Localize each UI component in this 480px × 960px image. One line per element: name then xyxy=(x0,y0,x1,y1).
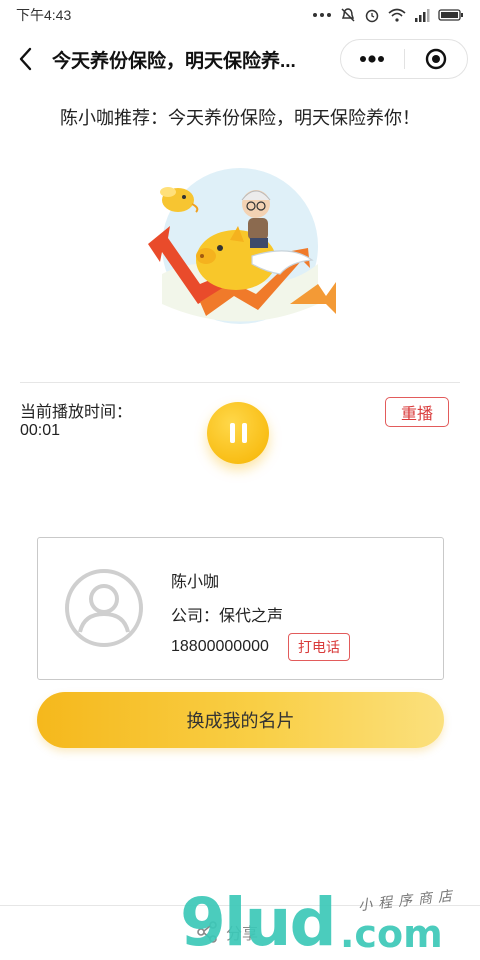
section-divider xyxy=(20,382,460,383)
pause-button[interactable] xyxy=(207,402,269,464)
business-card: 陈小咖 公司：保代之声 18800000000 打电话 xyxy=(37,537,444,680)
signal-icon xyxy=(415,9,430,22)
play-time-value: 00:01 xyxy=(20,422,61,439)
replay-button[interactable]: 重播 xyxy=(385,397,449,427)
status-icons xyxy=(312,7,464,23)
footer-divider xyxy=(0,905,480,906)
mini-program-capsule xyxy=(340,39,468,79)
share-icon xyxy=(197,921,217,943)
watermark-domain: .com xyxy=(340,912,443,956)
card-phone: 18800000000 xyxy=(171,638,269,655)
chevron-left-icon xyxy=(19,47,32,71)
wifi-icon xyxy=(388,8,406,22)
switch-to-my-card-button[interactable]: 换成我的名片 xyxy=(37,692,444,748)
page-title: 今天养份保险，明天保险养... xyxy=(52,50,296,72)
flying-pig-illustration xyxy=(148,168,336,324)
target-circle-icon xyxy=(425,48,446,70)
share-button[interactable]: 分享 xyxy=(196,920,258,944)
call-button[interactable]: 打电话 xyxy=(288,633,350,661)
more-dots-icon xyxy=(360,55,385,63)
watermark-tagline: 小程序商店 xyxy=(357,886,459,914)
back-button[interactable] xyxy=(4,37,48,81)
pause-icon xyxy=(229,423,235,443)
alarm-icon xyxy=(365,9,379,23)
dots-icon xyxy=(313,13,331,17)
mute-icon xyxy=(341,8,355,22)
more-button[interactable] xyxy=(341,40,404,78)
recommend-headline: 陈小咖推荐：今天养份保险，明天保险养你！ xyxy=(60,108,420,128)
share-label: 分享 xyxy=(226,926,259,943)
card-name: 陈小咖 xyxy=(171,574,220,591)
battery-icon xyxy=(438,9,463,21)
card-company: 公司：保代之声 xyxy=(171,608,284,625)
nav-bar: 今天养份保险，明天保险养... xyxy=(0,30,480,88)
status-bar: 下午4:43 xyxy=(0,0,480,30)
status-time: 下午4:43 xyxy=(16,7,72,23)
avatar-placeholder-icon xyxy=(65,569,143,647)
close-mini-program-button[interactable] xyxy=(405,40,468,78)
play-time-label: 当前播放时间： xyxy=(20,404,133,421)
